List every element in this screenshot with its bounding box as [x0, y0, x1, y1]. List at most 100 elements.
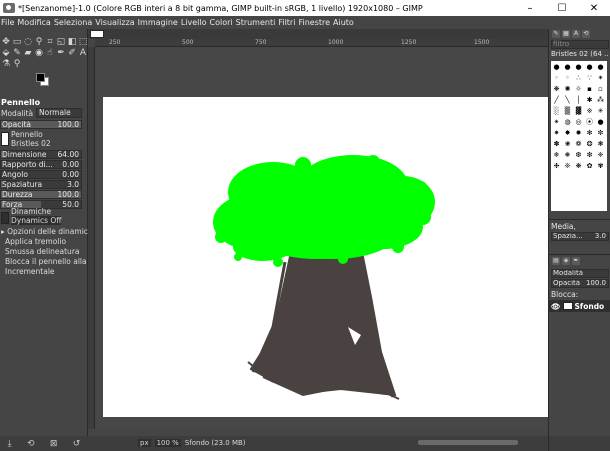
- image-canvas[interactable]: [103, 97, 548, 417]
- brush-preset[interactable]: ❆: [573, 149, 584, 160]
- fg-bg-colors[interactable]: [36, 73, 50, 87]
- menu-colori[interactable]: Colori: [210, 18, 233, 27]
- brush-preset[interactable]: ❃: [595, 138, 606, 149]
- opacity-slider[interactable]: Opacità 100.0: [0, 120, 82, 129]
- minimize-button[interactable]: –: [514, 0, 546, 16]
- menu-aiuto[interactable]: Aiuto: [333, 18, 354, 27]
- menu-file[interactable]: File: [1, 18, 14, 27]
- brush-preset[interactable]: ●: [595, 61, 606, 72]
- brush-preset[interactable]: ❉: [551, 160, 562, 171]
- brush-preset[interactable]: ❄: [551, 149, 562, 160]
- delete-options-icon[interactable]: ⊠: [50, 439, 58, 449]
- brush-preset[interactable]: ❂: [584, 138, 595, 149]
- brush-preset[interactable]: ▪: [584, 83, 595, 94]
- cage-icon[interactable]: ⬚: [78, 37, 88, 48]
- move-tool-icon[interactable]: ✥: [1, 37, 11, 48]
- brush-filter-input[interactable]: filtro: [551, 40, 609, 49]
- brush-preset[interactable]: ●: [573, 61, 584, 72]
- brush-preset[interactable]: ✴: [551, 116, 562, 127]
- dynamics-options-expander[interactable]: ▸ Opzioni delle dinamiche: [1, 227, 97, 236]
- brush-preset[interactable]: ☼: [573, 83, 584, 94]
- paths-icon[interactable]: ✒: [56, 48, 66, 59]
- restore-options-icon[interactable]: ⟲: [27, 439, 35, 449]
- horizontal-scrollbar[interactable]: [418, 440, 518, 445]
- clone-icon[interactable]: ◉: [34, 48, 44, 59]
- text-tool-icon[interactable]: A: [78, 48, 88, 59]
- menu-livello[interactable]: Livello: [181, 18, 207, 27]
- smudge-icon[interactable]: ☝: [45, 48, 55, 59]
- brush-preset[interactable]: ◦: [551, 72, 562, 83]
- brush-preset[interactable]: ◍: [562, 116, 573, 127]
- brush-preset[interactable]: ╲: [562, 94, 573, 105]
- brush-preset[interactable]: ✼: [595, 127, 606, 138]
- reset-options-icon[interactable]: ↺: [73, 439, 81, 449]
- brush-preset[interactable]: ❀: [562, 138, 573, 149]
- layer-mode-select[interactable]: Modalità: [551, 269, 609, 278]
- layers-tab-icon[interactable]: ▤: [552, 257, 560, 265]
- brush-preset[interactable]: ✱: [584, 94, 595, 105]
- menu-seleziona[interactable]: Seleziona: [54, 18, 92, 27]
- angle-slider[interactable]: Angolo 0.00: [0, 170, 82, 179]
- color-picker-icon[interactable]: ⚗: [1, 59, 11, 70]
- brush-preset[interactable]: ▫: [595, 83, 606, 94]
- unit-select[interactable]: px: [138, 439, 151, 447]
- menu-visualizza[interactable]: Visualizza: [95, 18, 134, 27]
- lock-brush-checkbox[interactable]: Blocca il pennello alla vis: [5, 257, 99, 266]
- patterns-tab-icon[interactable]: ▦: [562, 30, 570, 38]
- channels-tab-icon[interactable]: ◈: [562, 257, 570, 265]
- crop-icon[interactable]: ⌗: [45, 37, 55, 48]
- image-thumbnail[interactable]: [90, 30, 104, 38]
- layer-opacity-slider[interactable]: Opacità 100.0: [551, 279, 609, 288]
- close-button[interactable]: ✕: [578, 0, 610, 16]
- brush-preset[interactable]: ✳: [595, 105, 606, 116]
- unified-transform-icon[interactable]: ◱: [56, 37, 66, 48]
- dynamics-preview[interactable]: [1, 212, 9, 224]
- aspect-slider[interactable]: Rapporto di... 0.00: [0, 160, 82, 169]
- dynamics-value[interactable]: Dynamics Off: [11, 216, 62, 225]
- layer-row-sfondo[interactable]: 👁 Sfondo: [549, 300, 610, 312]
- brush-preset[interactable]: ✸: [562, 127, 573, 138]
- brush-preset[interactable]: ╱: [551, 94, 562, 105]
- menu-immagine[interactable]: Immagine: [138, 18, 178, 27]
- menu-strumenti[interactable]: Strumenti: [236, 18, 276, 27]
- brush-preset[interactable]: ✹: [573, 127, 584, 138]
- maximize-button[interactable]: ☐: [546, 0, 578, 16]
- brush-preset[interactable]: ∵: [584, 72, 595, 83]
- spacing-slider[interactable]: Spaziatura 3.0: [0, 180, 82, 189]
- brush-preset[interactable]: ❁: [573, 138, 584, 149]
- visibility-eye-icon[interactable]: 👁: [551, 302, 561, 311]
- brush-preset[interactable]: ✷: [551, 127, 562, 138]
- brush-preview[interactable]: [1, 132, 9, 146]
- ink-icon[interactable]: ✐: [67, 48, 77, 59]
- brush-preset[interactable]: ⁂: [595, 94, 606, 105]
- menu-filtri[interactable]: Filtri: [278, 18, 295, 27]
- horizontal-ruler[interactable]: 250 500 750 1000 1250 1500: [95, 39, 548, 47]
- brush-preset[interactable]: ✶: [595, 72, 606, 83]
- hardness-slider[interactable]: Durezza 100.0: [0, 190, 82, 199]
- brush-preset[interactable]: │: [573, 94, 584, 105]
- bucket-fill-icon[interactable]: ⬙: [1, 48, 11, 59]
- brush-preset[interactable]: ░: [551, 105, 562, 116]
- brush-preset[interactable]: ✺: [562, 83, 573, 94]
- menu-finestre[interactable]: Finestre: [298, 18, 330, 27]
- canvas-viewport[interactable]: [95, 47, 548, 429]
- dock-spacing-slider[interactable]: Spazia... 3.0: [551, 232, 609, 241]
- warp-icon[interactable]: ◧: [67, 37, 77, 48]
- zoom-icon[interactable]: ⚲: [12, 59, 22, 70]
- smooth-stroke-checkbox[interactable]: Smussa delineatura: [5, 247, 80, 256]
- brush-preset[interactable]: ✽: [551, 138, 562, 149]
- foreground-color-swatch[interactable]: [36, 73, 45, 82]
- brush-preset[interactable]: ✻: [584, 127, 595, 138]
- brushes-grid[interactable]: ● ● ● ● ● ◦ ◦ ∴ ∵ ✶ ❋ ✺ ☼ ▪ ▫ ╱ ╲ │ ✱ ⁂ …: [551, 61, 607, 211]
- brush-preset[interactable]: ❅: [562, 149, 573, 160]
- eraser-icon[interactable]: ▰: [23, 48, 33, 59]
- brush-preset[interactable]: ❊: [562, 160, 573, 171]
- zoom-select[interactable]: 100 %: [154, 439, 181, 447]
- brush-preset[interactable]: ✿: [584, 160, 595, 171]
- brush-preset[interactable]: ◦: [562, 72, 573, 83]
- brush-preset[interactable]: ▓: [573, 105, 584, 116]
- fonts-tab-icon[interactable]: A: [572, 30, 580, 38]
- fuzzy-select-icon[interactable]: ⚲: [34, 37, 44, 48]
- menu-modifica[interactable]: Modifica: [17, 18, 50, 27]
- brush-preset[interactable]: ❋: [551, 83, 562, 94]
